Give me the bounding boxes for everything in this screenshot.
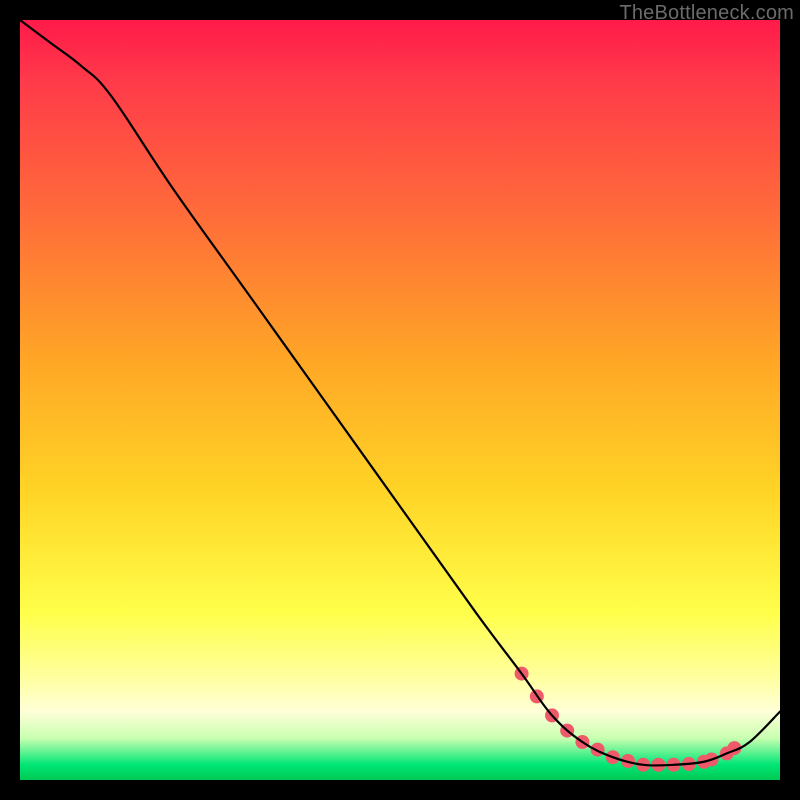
bottleneck-curve	[20, 20, 780, 766]
chart-frame: TheBottleneck.com	[0, 0, 800, 800]
chart-svg	[20, 20, 780, 780]
marker-dots	[515, 667, 742, 772]
plot-area	[20, 20, 780, 780]
